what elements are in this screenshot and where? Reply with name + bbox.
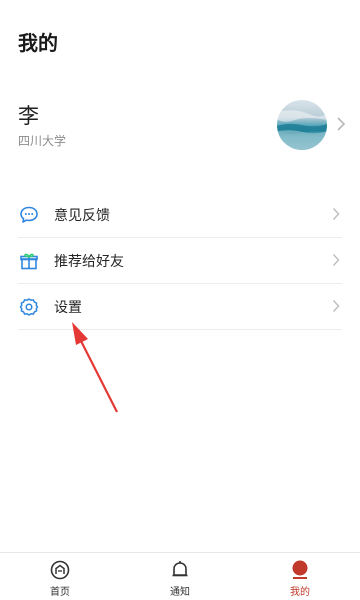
home-icon <box>50 560 70 580</box>
menu-item-label: 设置 <box>54 299 82 316</box>
tab-label: 通知 <box>170 587 190 598</box>
profile-page: 我的 李 四川大学 意见反馈 推荐给好友 设置 首页 通知 我的 <box>0 0 360 600</box>
tab-label: 首页 <box>50 587 70 598</box>
profile-icon <box>292 560 308 579</box>
chevron-right-icon <box>332 254 340 266</box>
tab-notifications[interactable]: 通知 <box>120 553 240 600</box>
user-name: 李 <box>18 104 39 128</box>
avatar[interactable] <box>277 100 327 150</box>
chat-bubble-icon <box>19 205 39 225</box>
menu-item-label: 意见反馈 <box>54 207 110 224</box>
gear-icon <box>19 297 39 317</box>
menu-item-feedback[interactable]: 意见反馈 <box>18 192 342 238</box>
tab-label: 我的 <box>290 587 310 598</box>
page-title: 我的 <box>18 31 58 55</box>
chevron-right-icon <box>337 117 346 131</box>
tab-profile[interactable]: 我的 <box>240 553 360 600</box>
menu-list: 意见反馈 推荐给好友 设置 <box>18 192 342 330</box>
gift-icon <box>19 251 39 271</box>
menu-item-settings[interactable]: 设置 <box>18 284 342 330</box>
chevron-right-icon <box>332 300 340 312</box>
chevron-right-icon <box>332 208 340 220</box>
bottom-tab-bar: 首页 通知 我的 <box>0 552 360 600</box>
menu-item-recommend[interactable]: 推荐给好友 <box>18 238 342 284</box>
bell-icon <box>172 561 188 577</box>
menu-item-label: 推荐给好友 <box>54 253 124 270</box>
profile-card[interactable]: 李 四川大学 <box>0 96 360 156</box>
user-organization: 四川大学 <box>18 134 67 148</box>
tab-home[interactable]: 首页 <box>0 553 120 600</box>
